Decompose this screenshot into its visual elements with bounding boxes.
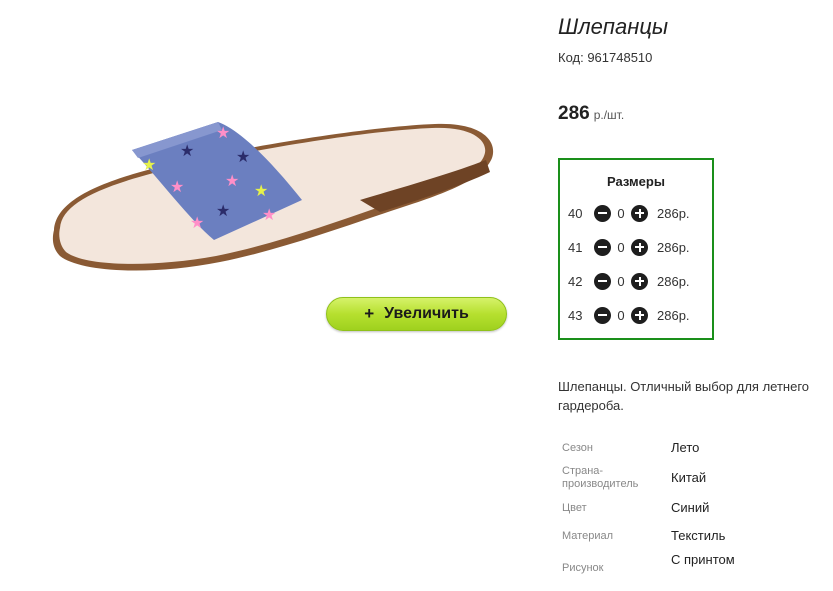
svg-text:★: ★ [142, 155, 156, 174]
slipper-illustration: ★ ★ ★ ★ ★ ★ ★ ★ ★ ★ [52, 122, 494, 271]
quantity-value[interactable]: 0 [611, 308, 631, 323]
attr-label-material: Материал [562, 530, 613, 542]
quantity-value[interactable]: 0 [611, 240, 631, 255]
plus-icon[interactable] [631, 204, 648, 222]
size-price: 286р. [657, 205, 690, 221]
minus-icon[interactable] [594, 204, 611, 222]
price-value: 286 [558, 103, 590, 124]
attr-value-country: Китай [671, 470, 707, 485]
attr-label-season: Сезон [562, 442, 593, 454]
plus-icon[interactable] [631, 306, 648, 324]
quantity-value[interactable]: 0 [611, 206, 631, 221]
svg-text:★: ★ [262, 205, 276, 224]
attr-label-country: Страна-производитель [562, 465, 639, 490]
svg-text:★: ★ [190, 213, 204, 232]
svg-text:★: ★ [180, 141, 194, 160]
plus-icon[interactable] [631, 238, 648, 256]
plus-icon: + [364, 304, 375, 323]
size-row: 42 0 286р. [568, 272, 690, 290]
attr-value-material: Текстиль [671, 528, 726, 543]
size-label: 42 [568, 273, 583, 289]
attr-label-pattern: Рисунок [562, 562, 604, 574]
price-unit: р./шт. [593, 108, 625, 122]
size-label: 40 [568, 205, 583, 221]
attr-value-pattern: С принтом [671, 552, 735, 567]
zoom-label: Увеличить [384, 305, 469, 322]
svg-text:★: ★ [236, 147, 250, 166]
minus-icon[interactable] [594, 306, 611, 324]
zoom-button[interactable]: + Увеличить [326, 297, 507, 331]
attr-label-color: Цвет [562, 502, 587, 514]
minus-icon[interactable] [594, 272, 611, 290]
product-price: 286 р./шт. [558, 103, 624, 125]
svg-text:★: ★ [225, 171, 239, 190]
svg-text:★: ★ [216, 201, 230, 220]
size-price: 286р. [657, 273, 690, 289]
product-image[interactable]: ★ ★ ★ ★ ★ ★ ★ ★ ★ ★ [40, 100, 510, 290]
minus-icon[interactable] [594, 238, 611, 256]
svg-text:★: ★ [170, 177, 184, 196]
size-row: 43 0 286р. [568, 306, 690, 324]
plus-icon[interactable] [631, 272, 648, 290]
attr-value-color: Синий [671, 500, 710, 515]
product-code: Код: 961748510 [558, 50, 653, 65]
size-row: 41 0 286р. [568, 238, 690, 256]
size-row: 40 0 286р. [568, 204, 690, 222]
quantity-value[interactable]: 0 [611, 274, 631, 289]
svg-text:★: ★ [254, 181, 268, 200]
size-label: 41 [568, 239, 583, 255]
size-label: 43 [568, 307, 583, 323]
sizes-title: Размеры [607, 174, 665, 189]
size-price: 286р. [657, 239, 690, 255]
size-price: 286р. [657, 307, 690, 323]
product-description: Шлепанцы. Отличный выбор для летнего гар… [558, 379, 810, 413]
attr-value-season: Лето [671, 440, 700, 455]
product-title: Шлепанцы [558, 14, 669, 39]
sizes-panel: Размеры 40 0 286р. 41 0 286р. 42 0 286р.… [558, 158, 714, 340]
svg-text:★: ★ [216, 123, 230, 142]
